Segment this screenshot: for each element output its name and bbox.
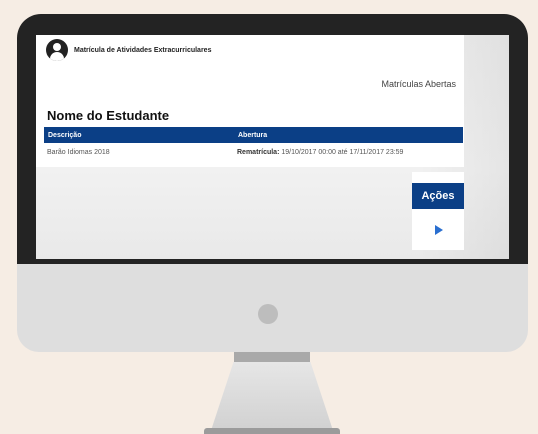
stand-neck — [234, 352, 310, 362]
enrollment-table: Descrição Abertura Barão Idiomas 2018 Re… — [44, 127, 463, 161]
enrollment-card: Matrícula de Atividades Extracurriculare… — [36, 35, 464, 167]
row-description: Barão Idiomas 2018 — [47, 148, 110, 156]
actions-panel: Ações — [412, 172, 464, 250]
table-row[interactable]: Barão Idiomas 2018 Rematrícula: 19/10/20… — [44, 143, 463, 161]
avatar-shoulders — [50, 52, 64, 61]
column-opening: Abertura — [238, 131, 268, 139]
row-opening-value: 19/10/2017 00:00 até 17/11/2017 23:59 — [281, 148, 404, 156]
user-avatar-icon — [46, 39, 68, 61]
student-name: Nome do Estudante — [47, 108, 170, 123]
app-header: Matrícula de Atividades Extracurriculare… — [46, 39, 211, 61]
stand-base — [204, 428, 340, 434]
play-icon[interactable] — [435, 225, 443, 235]
row-opening: Rematrícula: 19/10/2017 00:00 até 17/11/… — [237, 149, 463, 156]
column-description: Descrição — [48, 131, 82, 139]
actions-header: Ações — [412, 183, 464, 209]
camera-icon — [258, 304, 278, 324]
open-enrollments-link[interactable]: Matrículas Abertas — [381, 79, 456, 89]
row-opening-label: Rematrícula: — [237, 148, 280, 156]
avatar-head — [53, 43, 61, 51]
app-title: Matrícula de Atividades Extracurriculare… — [74, 46, 212, 54]
table-header: Descrição Abertura — [44, 127, 463, 143]
monitor-stand — [209, 362, 335, 434]
